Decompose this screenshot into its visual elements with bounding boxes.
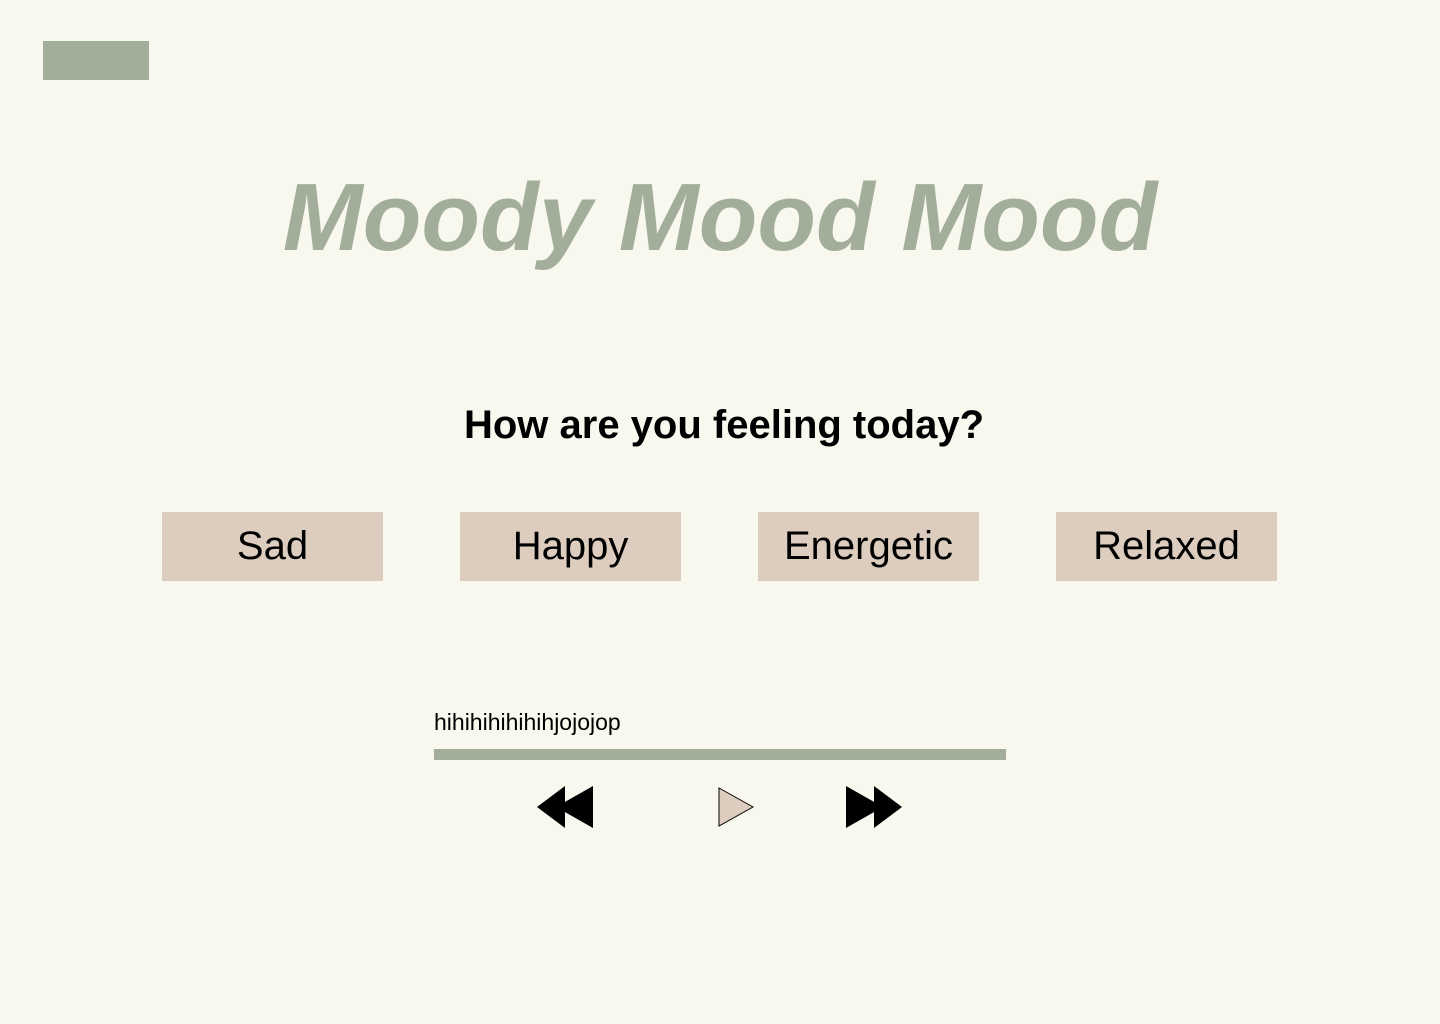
progress-fill (434, 749, 1006, 760)
rewind-button[interactable] (537, 786, 593, 828)
play-icon (718, 787, 754, 827)
mood-button-relaxed[interactable]: Relaxed (1056, 512, 1277, 581)
track-name: hihihihihihihjojojop (434, 709, 621, 735)
mood-button-energetic[interactable]: Energetic (758, 512, 979, 581)
fast-forward-button[interactable] (846, 786, 902, 828)
fast-forward-icon (846, 786, 902, 828)
progress-bar[interactable] (434, 749, 1006, 760)
mood-question: How are you feeling today? (463, 403, 985, 447)
rewind-icon (537, 786, 593, 828)
mood-button-happy[interactable]: Happy (460, 512, 681, 581)
play-button[interactable] (718, 787, 754, 827)
app-title: Moody Mood Mood (282, 164, 1158, 271)
mood-button-sad[interactable]: Sad (162, 512, 383, 581)
logo-block[interactable] (43, 41, 149, 80)
